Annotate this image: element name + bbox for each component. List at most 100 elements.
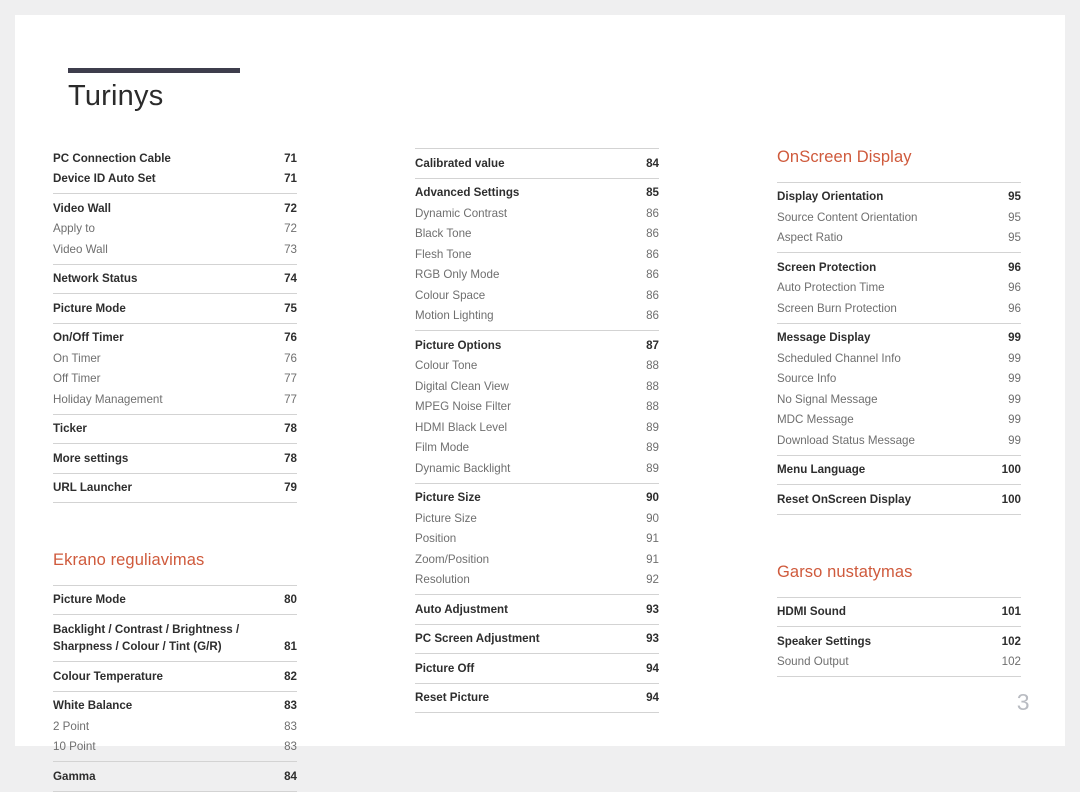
toc-entry[interactable]: Digital Clean View 88: [415, 376, 659, 397]
toc-entry[interactable]: On/Off Timer 76: [53, 328, 297, 349]
toc-entry[interactable]: Ticker 78: [53, 419, 297, 440]
toc-entry[interactable]: URL Launcher 79: [53, 478, 297, 499]
toc-entry[interactable]: HDMI Black Level 89: [415, 417, 659, 438]
toc-entry-label: Calibrated value: [415, 156, 505, 170]
toc-entry-label: Dynamic Contrast: [415, 206, 508, 220]
toc-entry-label: 2 Point: [53, 719, 90, 733]
toc-entry[interactable]: Picture Mode 75: [53, 298, 297, 319]
toc-entry[interactable]: Picture Options 87: [415, 335, 659, 356]
toc-group: URL Launcher 79: [53, 472, 297, 503]
toc-entry[interactable]: More settings 78: [53, 448, 297, 469]
toc-entry[interactable]: Colour Temperature 82: [53, 666, 297, 687]
toc-entry[interactable]: Screen Burn Protection 96: [777, 298, 1021, 319]
toc-entry[interactable]: Video Wall 72: [53, 198, 297, 219]
toc-entry[interactable]: Calibrated value 84: [415, 153, 659, 174]
toc-entry-page: 78: [284, 422, 297, 435]
toc-entry-label: On Timer: [53, 351, 101, 365]
toc-entry[interactable]: 2 Point 83: [53, 716, 297, 737]
title-rule: [68, 68, 240, 73]
toc-entry[interactable]: Flesh Tone 86: [415, 244, 659, 265]
toc-entry-page: 86: [646, 206, 659, 220]
document-page: Turinys PC Connection Cable 71 Device ID A…: [15, 15, 1065, 792]
toc-entry[interactable]: Menu Language 100: [777, 460, 1021, 481]
toc-entry-page: 92: [646, 573, 659, 586]
toc-entry[interactable]: Colour Space 86: [415, 285, 659, 306]
toc-entry[interactable]: No Signal Message 99: [777, 389, 1021, 410]
toc-entry[interactable]: PC Screen Adjustment 93: [415, 629, 659, 650]
toc-entry[interactable]: Auto Protection Time 96: [777, 278, 1021, 299]
toc-entry[interactable]: Picture Mode 80: [53, 590, 297, 611]
toc-entry[interactable]: Source Info 99: [777, 369, 1021, 390]
section-heading: Garso nustatymas: [777, 562, 913, 581]
toc-entry[interactable]: 10 Point 83: [53, 737, 297, 758]
toc-entry-label: PC Connection Cable: [53, 151, 171, 165]
toc-entry[interactable]: On Timer 76: [53, 348, 297, 369]
toc-entry[interactable]: MPEG Noise Filter 88: [415, 397, 659, 418]
toc-entry-label: Video Wall: [53, 201, 111, 215]
toc-group: Gamma 84: [53, 761, 297, 791]
toc-entry[interactable]: Display Orientation 95: [777, 187, 1021, 208]
toc-entry-label: Picture Size: [415, 491, 481, 504]
toc-entry-page: 77: [284, 372, 297, 385]
toc-entry[interactable]: Screen Protection 96: [777, 257, 1021, 278]
toc-entry[interactable]: Source Content Orientation 95: [777, 207, 1021, 228]
toc-entry[interactable]: Aspect Ratio 95: [777, 228, 1021, 249]
toc-entry-page: 93: [646, 602, 659, 616]
toc-entry[interactable]: Scheduled Channel Info 99: [777, 348, 1021, 369]
toc-entry[interactable]: Message Display 99: [777, 328, 1021, 349]
toc-group-end-rule: [415, 712, 659, 713]
toc-entry-page: 83: [284, 740, 297, 754]
toc-entry[interactable]: Advanced Settings 85: [415, 183, 659, 204]
toc-entry-label: Aspect Ratio: [777, 231, 843, 245]
toc-entry[interactable]: Download Status Message 99: [777, 430, 1021, 451]
toc-group: Backlight / Contrast / Brightness / Shar…: [53, 614, 297, 661]
toc-entry[interactable]: RGB Only Mode 86: [415, 265, 659, 286]
toc-entry[interactable]: Black Tone 86: [415, 224, 659, 245]
toc-entry[interactable]: Colour Tone 88: [415, 356, 659, 377]
toc-entry[interactable]: Sound Output 102: [777, 652, 1021, 673]
toc-group-end-rule: [777, 676, 1021, 678]
toc-entry-label: Network Status: [53, 272, 138, 285]
toc-entry[interactable]: MDC Message 99: [777, 410, 1021, 431]
toc-entry[interactable]: Apply to 72: [53, 219, 297, 240]
toc-entry[interactable]: Off Timer 77: [53, 369, 297, 390]
toc-entry-page: 86: [646, 309, 659, 322]
toc-entry-page: 99: [1008, 351, 1021, 365]
toc-entry-page: 80: [284, 593, 297, 607]
toc-entry-label: Reset OnScreen Display: [777, 492, 912, 506]
toc-entry[interactable]: PC Connection Cable 71: [53, 148, 297, 169]
toc-entry[interactable]: Holiday Management 77: [53, 389, 297, 410]
toc-entry-label: Source Info: [777, 372, 837, 386]
toc-entry-page: 89: [646, 461, 659, 475]
toc-entry[interactable]: Reset Picture 94: [415, 688, 659, 709]
toc-entry-page: 76: [284, 331, 297, 344]
toc-entry[interactable]: Network Status 74: [53, 269, 297, 290]
toc-entry[interactable]: Zoom/Position 91: [415, 549, 659, 570]
toc-entry[interactable]: Device ID Auto Set 71: [53, 169, 297, 190]
toc-entry[interactable]: Auto Adjustment 93: [415, 599, 659, 620]
toc-entry[interactable]: Picture Size 90: [415, 508, 659, 529]
toc-column-2: Calibrated value 84 Advanced Settings 85 Dyn…: [415, 148, 659, 792]
toc-group: Screen Protection 96 Auto Protection Time 9…: [777, 252, 1021, 323]
toc-entry-label: Advanced Settings: [415, 186, 520, 199]
toc-entry[interactable]: Backlight / Contrast / Brightness / Shar…: [53, 619, 297, 657]
toc-entry[interactable]: Dynamic Backlight 89: [415, 458, 659, 479]
toc-entry[interactable]: Speaker Settings 102: [777, 631, 1021, 652]
toc-entry[interactable]: Film Mode 89: [415, 438, 659, 459]
toc-entry[interactable]: Dynamic Contrast 86: [415, 203, 659, 224]
toc-entry[interactable]: Picture Off 94: [415, 658, 659, 679]
toc-entry[interactable]: HDMI Sound 101: [777, 602, 1021, 623]
toc-entry-label: MDC Message: [777, 413, 854, 427]
toc-group: Picture Mode 80: [53, 584, 297, 615]
toc-group: Network Status 74: [53, 263, 297, 294]
toc-entry[interactable]: Gamma 84: [53, 766, 297, 787]
toc-entry[interactable]: White Balance 83: [53, 696, 297, 717]
toc-entry[interactable]: Video Wall 73: [53, 239, 297, 260]
toc-group: Menu Language 100: [777, 454, 1021, 485]
toc-entry[interactable]: Reset OnScreen Display 100: [777, 489, 1021, 510]
toc-entry[interactable]: Motion Lighting 86: [415, 306, 659, 327]
toc-entry[interactable]: Resolution 92: [415, 570, 659, 591]
toc-entry[interactable]: Picture Size 90: [415, 488, 659, 509]
toc-entry-label: Auto Adjustment: [415, 602, 508, 616]
toc-entry[interactable]: Position 91: [415, 529, 659, 550]
